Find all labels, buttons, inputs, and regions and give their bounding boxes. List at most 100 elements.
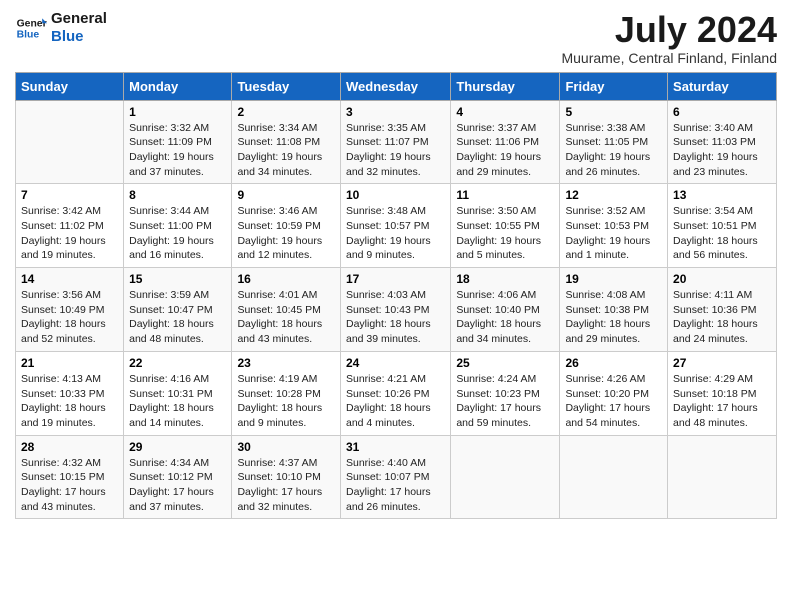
logo-general: General [51,10,107,28]
calendar-cell: 2 Sunrise: 3:34 AM Sunset: 11:08 PM Dayli… [232,100,341,184]
calendar-cell: 27Sunrise: 4:29 AM Sunset: 10:18 PM Dayl… [668,351,777,435]
day-number: 16 [237,272,335,286]
day-info: Sunrise: 4:37 AM Sunset: 10:10 PM Daylig… [237,456,335,515]
day-info: Sunrise: 4:32 AM Sunset: 10:15 PM Daylig… [21,456,118,515]
day-info: Sunrise: 4:19 AM Sunset: 10:28 PM Daylig… [237,372,335,431]
title-block: July 2024 Muurame, Central Finland, Finl… [561,10,777,66]
day-number: 13 [673,188,771,202]
day-number: 21 [21,356,118,370]
day-info: Sunrise: 3:56 AM Sunset: 10:49 PM Daylig… [21,288,118,347]
svg-text:Blue: Blue [17,30,40,41]
day-info: Sunrise: 4:11 AM Sunset: 10:36 PM Daylig… [673,288,771,347]
day-number: 10 [346,188,445,202]
calendar-cell: 6Sunrise: 3:40 AM Sunset: 11:03 PM Dayli… [668,100,777,184]
day-info: Sunrise: 3:34 AM Sunset: 11:08 PM Daylig… [237,121,335,180]
day-info: Sunrise: 3:48 AM Sunset: 10:57 PM Daylig… [346,204,445,263]
day-info: Sunrise: 4:01 AM Sunset: 10:45 PM Daylig… [237,288,335,347]
calendar-cell: 18Sunrise: 4:06 AM Sunset: 10:40 PM Dayl… [451,268,560,352]
calendar-cell: 19 Sunrise: 4:08 AM Sunset: 10:38 PM Dayl… [560,268,668,352]
calendar-cell [451,435,560,519]
day-number: 30 [237,440,335,454]
calendar-table: SundayMondayTuesdayWednesdayThursdayFrid… [15,72,777,520]
calendar-cell: 7Sunrise: 3:42 AM Sunset: 11:02 PM Dayli… [16,184,124,268]
day-number: 6 [673,105,771,119]
day-info: Sunrise: 3:37 AM Sunset: 11:06 PM Daylig… [456,121,554,180]
day-info: Sunrise: 3:44 AM Sunset: 11:00 PM Daylig… [129,204,226,263]
calendar-cell: 30 Sunrise: 4:37 AM Sunset: 10:10 PM Dayl… [232,435,341,519]
weekday-header-saturday: Saturday [668,72,777,100]
day-number: 18 [456,272,554,286]
week-row-4: 21 Sunrise: 4:13 AM Sunset: 10:33 PM Dayl… [16,351,777,435]
day-number: 15 [129,272,226,286]
weekday-header-tuesday: Tuesday [232,72,341,100]
day-info: Sunrise: 4:34 AM Sunset: 10:12 PM Daylig… [129,456,226,515]
day-number: 17 [346,272,445,286]
day-info: Sunrise: 3:42 AM Sunset: 11:02 PM Daylig… [21,204,118,263]
day-number: 23 [237,356,335,370]
day-number: 5 [565,105,662,119]
day-number: 28 [21,440,118,454]
logo-blue: Blue [51,28,107,46]
calendar-cell: 5Sunrise: 3:38 AM Sunset: 11:05 PM Dayli… [560,100,668,184]
calendar-cell: 28 Sunrise: 4:32 AM Sunset: 10:15 PM Dayl… [16,435,124,519]
day-info: Sunrise: 4:21 AM Sunset: 10:26 PM Daylig… [346,372,445,431]
day-number: 25 [456,356,554,370]
calendar-cell: 21 Sunrise: 4:13 AM Sunset: 10:33 PM Dayl… [16,351,124,435]
calendar-cell: 24 Sunrise: 4:21 AM Sunset: 10:26 PM Dayl… [340,351,450,435]
calendar-cell: 22Sunrise: 4:16 AM Sunset: 10:31 PM Dayl… [124,351,232,435]
weekday-header-sunday: Sunday [16,72,124,100]
page-header: General Blue General Blue July 2024 Muur… [15,10,777,66]
calendar-cell: 1Sunrise: 3:32 AM Sunset: 11:09 PM Dayli… [124,100,232,184]
day-info: Sunrise: 3:50 AM Sunset: 10:55 PM Daylig… [456,204,554,263]
day-number: 20 [673,272,771,286]
day-info: Sunrise: 4:24 AM Sunset: 10:23 PM Daylig… [456,372,554,431]
calendar-cell: 3 Sunrise: 3:35 AM Sunset: 11:07 PM Dayli… [340,100,450,184]
day-info: Sunrise: 4:03 AM Sunset: 10:43 PM Daylig… [346,288,445,347]
day-info: Sunrise: 4:13 AM Sunset: 10:33 PM Daylig… [21,372,118,431]
day-number: 2 [237,105,335,119]
calendar-cell [560,435,668,519]
calendar-cell: 17 Sunrise: 4:03 AM Sunset: 10:43 PM Dayl… [340,268,450,352]
calendar-cell [16,100,124,184]
day-number: 8 [129,188,226,202]
day-number: 4 [456,105,554,119]
day-info: Sunrise: 4:29 AM Sunset: 10:18 PM Daylig… [673,372,771,431]
location: Muurame, Central Finland, Finland [561,50,777,66]
day-info: Sunrise: 3:52 AM Sunset: 10:53 PM Daylig… [565,204,662,263]
day-number: 19 [565,272,662,286]
calendar-cell [668,435,777,519]
calendar-cell: 14Sunrise: 3:56 AM Sunset: 10:49 PM Dayl… [16,268,124,352]
calendar-cell: 11 Sunrise: 3:50 AM Sunset: 10:55 PM Dayl… [451,184,560,268]
week-row-1: 1Sunrise: 3:32 AM Sunset: 11:09 PM Dayli… [16,100,777,184]
calendar-cell: 31 Sunrise: 4:40 AM Sunset: 10:07 PM Dayl… [340,435,450,519]
weekday-header-wednesday: Wednesday [340,72,450,100]
calendar-cell: 29 Sunrise: 4:34 AM Sunset: 10:12 PM Dayl… [124,435,232,519]
calendar-cell: 16 Sunrise: 4:01 AM Sunset: 10:45 PM Dayl… [232,268,341,352]
calendar-cell: 10 Sunrise: 3:48 AM Sunset: 10:57 PM Dayl… [340,184,450,268]
calendar-cell: 26 Sunrise: 4:26 AM Sunset: 10:20 PM Dayl… [560,351,668,435]
day-info: Sunrise: 4:08 AM Sunset: 10:38 PM Daylig… [565,288,662,347]
logo: General Blue General Blue [15,10,107,46]
calendar-cell: 4 Sunrise: 3:37 AM Sunset: 11:06 PM Dayli… [451,100,560,184]
day-number: 9 [237,188,335,202]
day-number: 11 [456,188,554,202]
day-number: 31 [346,440,445,454]
week-row-2: 7Sunrise: 3:42 AM Sunset: 11:02 PM Dayli… [16,184,777,268]
day-info: Sunrise: 4:16 AM Sunset: 10:31 PM Daylig… [129,372,226,431]
day-number: 26 [565,356,662,370]
day-info: Sunrise: 3:32 AM Sunset: 11:09 PM Daylig… [129,121,226,180]
day-info: Sunrise: 4:26 AM Sunset: 10:20 PM Daylig… [565,372,662,431]
calendar-cell: 9 Sunrise: 3:46 AM Sunset: 10:59 PM Dayli… [232,184,341,268]
day-info: Sunrise: 3:46 AM Sunset: 10:59 PM Daylig… [237,204,335,263]
logo-icon: General Blue [15,12,47,44]
day-info: Sunrise: 4:40 AM Sunset: 10:07 PM Daylig… [346,456,445,515]
calendar-cell: 8 Sunrise: 3:44 AM Sunset: 11:00 PM Dayli… [124,184,232,268]
calendar-cell: 15Sunrise: 3:59 AM Sunset: 10:47 PM Dayl… [124,268,232,352]
day-info: Sunrise: 3:35 AM Sunset: 11:07 PM Daylig… [346,121,445,180]
day-number: 3 [346,105,445,119]
week-row-5: 28 Sunrise: 4:32 AM Sunset: 10:15 PM Dayl… [16,435,777,519]
calendar-cell: 13Sunrise: 3:54 AM Sunset: 10:51 PM Dayl… [668,184,777,268]
day-number: 24 [346,356,445,370]
day-number: 29 [129,440,226,454]
calendar-cell: 25 Sunrise: 4:24 AM Sunset: 10:23 PM Dayl… [451,351,560,435]
